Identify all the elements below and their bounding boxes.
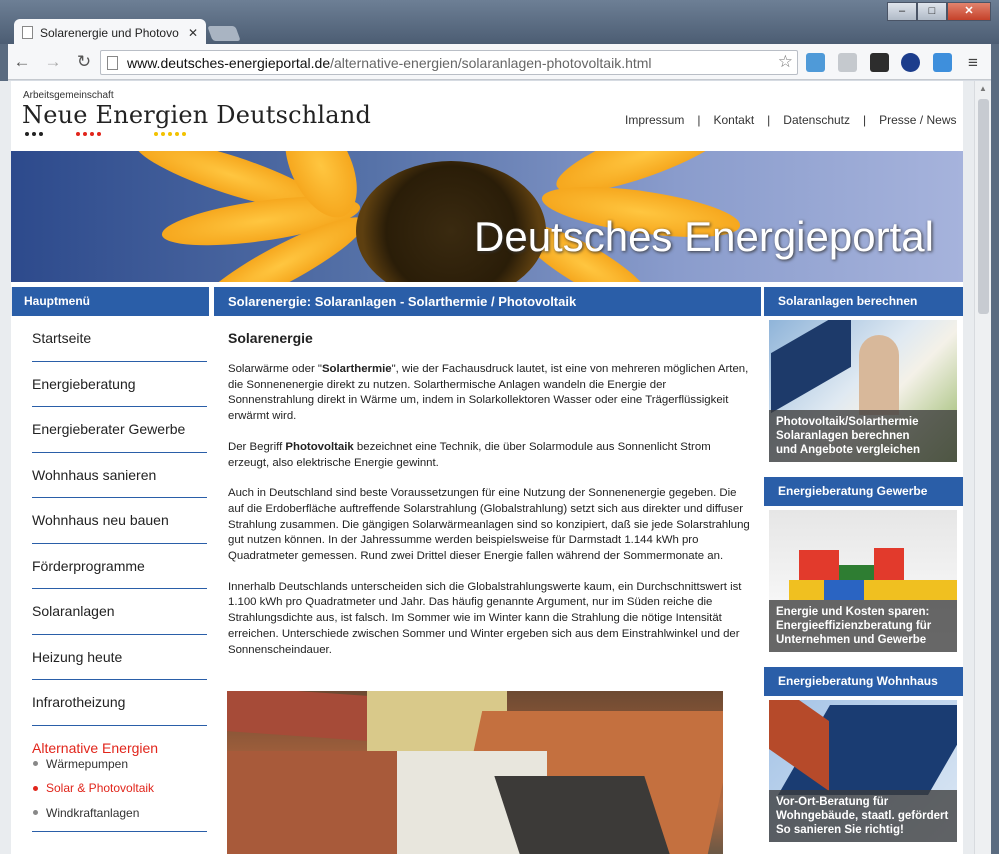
top-navigation: Impressum | Kontakt | Datenschutz | Presse … xyxy=(625,113,957,127)
promo-header: Energieberatung Wohnhaus xyxy=(764,667,963,696)
content-header: Solarenergie: Solaranlagen - Solarthermi… xyxy=(214,287,761,316)
content-title: Solarenergie xyxy=(228,330,313,346)
menu-item-foerderprogramme[interactable]: Förderprogramme xyxy=(32,544,207,589)
extension-icon-3[interactable] xyxy=(870,53,889,72)
close-tab-icon[interactable]: ✕ xyxy=(188,26,198,40)
menu-item-energieberatung[interactable]: Energieberatung xyxy=(32,362,207,407)
url-domain: www.deutsches-energieportal.de xyxy=(127,54,331,71)
page-icon xyxy=(107,55,118,70)
window-frame-right xyxy=(991,44,999,854)
site-logo[interactable]: Neue Energien Deutschland xyxy=(22,101,371,129)
logo-dots-red xyxy=(76,132,101,136)
right-column: Solaranlagen berechnen Photovoltaik/Sola… xyxy=(764,287,963,854)
minimize-button[interactable]: – xyxy=(887,2,917,21)
submenu-label: Solar & Photovoltaik xyxy=(46,781,155,796)
menu-item-startseite[interactable]: Startseite xyxy=(32,316,207,362)
paragraph-photovoltaik: Der Begriff Photovoltaik bezeichnet eine… xyxy=(228,440,711,469)
promo-caption: Vor-Ort-Beratung für Wohngebäude, staatl.… xyxy=(769,790,957,842)
extension-icon-1[interactable] xyxy=(806,53,825,72)
banner-title: Deutsches Energieportal xyxy=(474,213,934,260)
menu-item-heizung-heute[interactable]: Heizung heute xyxy=(32,635,207,680)
nav-impressum[interactable]: Impressum xyxy=(625,113,684,127)
bullet-icon xyxy=(33,761,38,767)
main-menu-header: Hauptmenü xyxy=(11,287,209,316)
roofs-photo xyxy=(227,691,723,854)
menu-icon[interactable]: ≡ xyxy=(968,53,978,73)
menu-divider xyxy=(32,831,207,832)
bullet-icon xyxy=(33,785,38,791)
close-window-button[interactable]: ✕ xyxy=(947,2,991,21)
submenu-item-windkraftanlagen[interactable]: Windkraftanlagen xyxy=(33,801,209,826)
menu-item-wohnhaus-neu-bauen[interactable]: Wohnhaus neu bauen xyxy=(32,498,207,544)
promo-box-solaranlagen[interactable]: Solaranlagen berechnen Photovoltaik/Sola… xyxy=(764,287,963,462)
back-icon[interactable]: ← xyxy=(10,52,34,72)
submenu-item-solar-photovoltaik[interactable]: Solar & Photovoltaik xyxy=(33,776,209,801)
menu-item-solaranlagen[interactable]: Solaranlagen xyxy=(32,589,207,635)
maximize-button[interactable]: □ xyxy=(917,2,947,21)
bookmark-star-icon[interactable]: ☆ xyxy=(778,52,793,72)
paragraph-globalstrahlung: Auch in Deutschland sind beste Vorausset… xyxy=(228,487,750,563)
website: Arbeitsgemeinschaft Neue Energien Deutsc… xyxy=(11,81,963,854)
submenu-label: Windkraftanlagen xyxy=(46,805,140,820)
header-banner: Deutsches Energieportal xyxy=(11,151,963,282)
bullet-icon xyxy=(33,810,38,816)
extension-icon-5[interactable] xyxy=(933,53,952,72)
nav-datenschutz[interactable]: Datenschutz xyxy=(783,113,850,127)
menu-item-infrarotheizung[interactable]: Infrarotheizung xyxy=(32,680,207,726)
browser-toolbar: ← → ↻ www.deutsches-energieportal.de/alt… xyxy=(0,44,999,80)
promo-box-wohnhaus[interactable]: Energieberatung Wohnhaus Vor-Ort-Beratun… xyxy=(764,667,963,854)
window-titlebar: Solarenergie und Photovo ✕ – □ ✕ xyxy=(0,0,999,46)
menu-item-alternative-energien[interactable]: Alternative Energien xyxy=(32,726,207,756)
scrollbar-thumb[interactable] xyxy=(978,99,989,314)
promo-box-gewerbe[interactable]: Energieberatung Gewerbe Energie und Kost… xyxy=(764,477,963,652)
forward-icon[interactable]: → xyxy=(41,52,65,72)
browser-tab[interactable]: Solarenergie und Photovo ✕ xyxy=(14,19,206,46)
menu-item-energieberater-gewerbe[interactable]: Energieberater Gewerbe xyxy=(32,407,207,453)
submenu-label: Wärmepumpen xyxy=(46,756,129,771)
paragraph-solarthermie: Solarwärme oder "Solarthermie", wie der … xyxy=(228,363,749,423)
new-tab-button[interactable] xyxy=(207,26,241,41)
extension-icon-4[interactable] xyxy=(901,53,920,72)
org-line: Arbeitsgemeinschaft xyxy=(23,90,114,101)
nav-kontakt[interactable]: Kontakt xyxy=(713,113,754,127)
promo-image-blocks[interactable]: Energie und Kosten sparen: Energieeffizie… xyxy=(769,510,957,652)
main-content: Solarenergie: Solaranlagen - Solarthermi… xyxy=(214,287,761,854)
promo-caption: Photovoltaik/Solarthermie Solaranlagen be… xyxy=(769,410,957,462)
promo-image-roof-panels[interactable]: Vor-Ort-Beratung für Wohngebäude, staatl.… xyxy=(769,700,957,842)
page-icon xyxy=(22,26,33,39)
page-scrollbar[interactable]: ▲ xyxy=(974,81,991,854)
nav-presse[interactable]: Presse / News xyxy=(879,113,956,127)
url-path: /alternative-energien/solaranlagen-photo… xyxy=(330,54,652,71)
promo-header: Energieberatung Gewerbe xyxy=(764,477,963,506)
tab-title: Solarenergie und Photovo xyxy=(40,25,179,40)
logo-dots-black xyxy=(25,132,43,136)
extension-icon-2[interactable] xyxy=(838,53,857,72)
promo-header: Solaranlagen berechnen xyxy=(764,287,963,316)
reload-icon[interactable]: ↻ xyxy=(72,52,96,72)
promo-caption: Energie und Kosten sparen: Energieeffizie… xyxy=(769,600,957,652)
paragraph-deutschland: Innerhalb Deutschlands unterscheiden sic… xyxy=(228,580,742,656)
address-bar[interactable]: www.deutsches-energieportal.de/alternati… xyxy=(100,50,798,75)
logo-dots-yellow xyxy=(154,132,186,136)
promo-image-solar-house[interactable]: Photovoltaik/Solarthermie Solaranlagen be… xyxy=(769,320,957,462)
menu-item-wohnhaus-sanieren[interactable]: Wohnhaus sanieren xyxy=(32,453,207,498)
main-menu: Hauptmenü Startseite Energieberatung Ene… xyxy=(11,287,209,854)
scroll-up-icon[interactable]: ▲ xyxy=(979,84,987,93)
